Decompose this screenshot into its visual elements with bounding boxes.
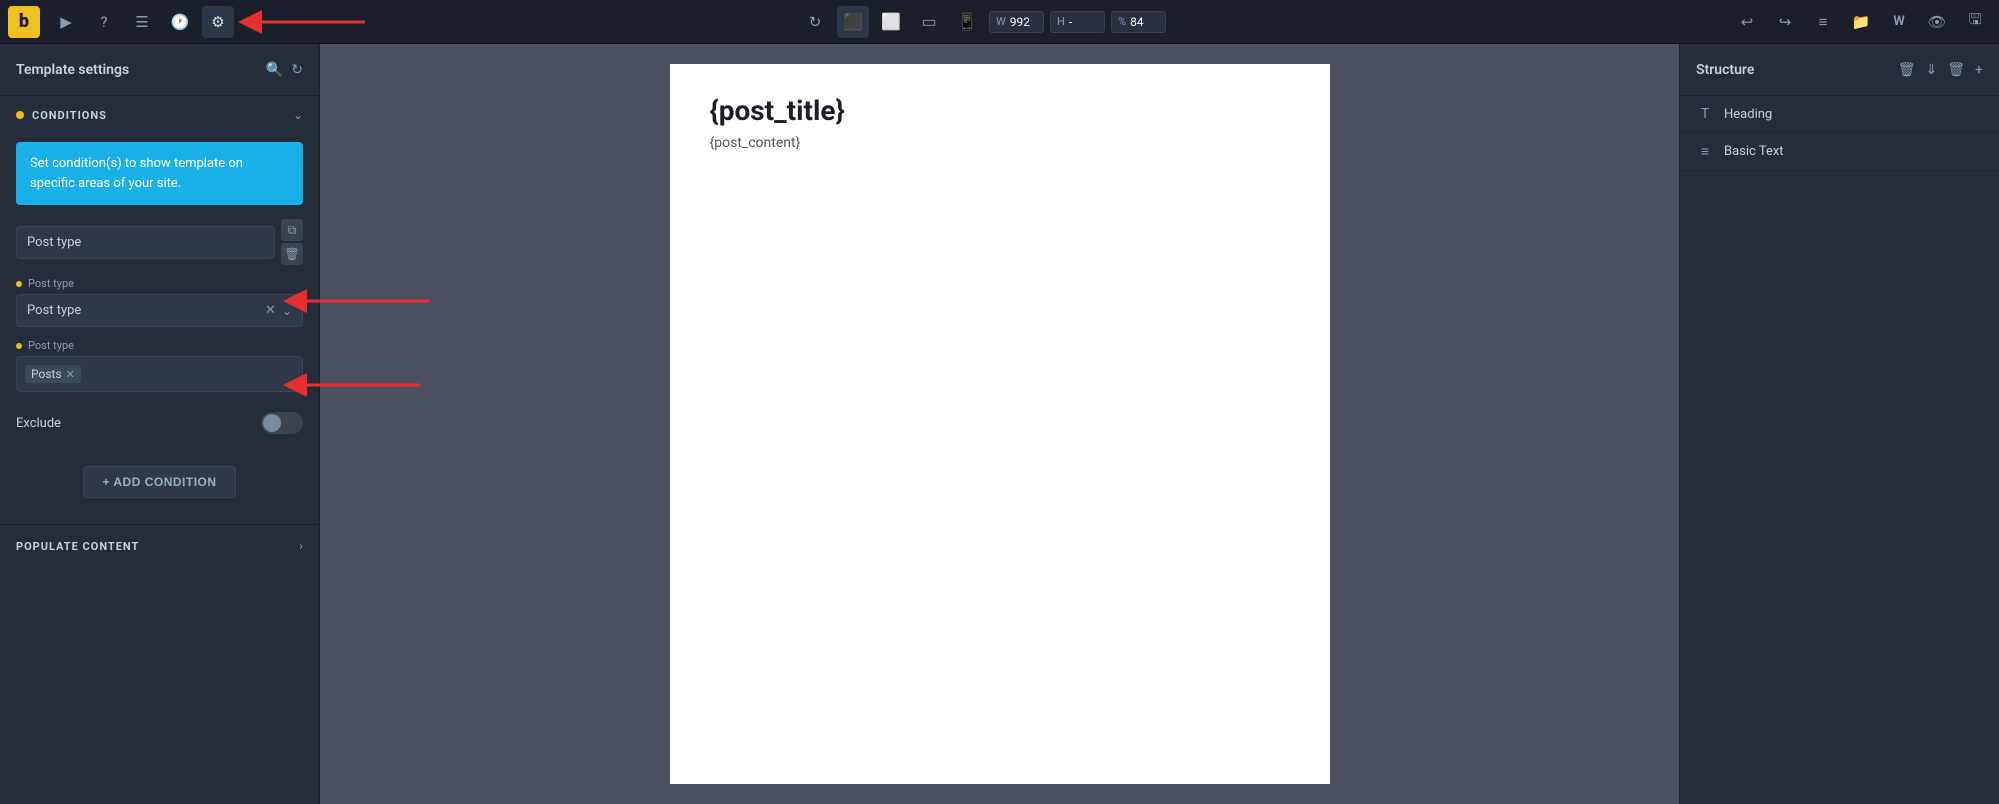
main-layout: Template settings 🔍 ↻ CONDITIONS ⌄ Set c… <box>0 44 1999 804</box>
structure-item-heading[interactable]: T Heading <box>1680 96 1999 133</box>
basic-text-item-label: Basic Text <box>1724 144 1784 159</box>
condition-row-2: Post type Post type ✕ ⌄ <box>16 277 303 327</box>
exclude-toggle-knob <box>263 414 281 432</box>
conditions-section-header[interactable]: CONDITIONS ⌄ <box>0 96 319 134</box>
condition-row-1-btns: ⧉ 🗑 <box>281 219 303 265</box>
populate-chevron-icon: › <box>299 539 303 553</box>
add-condition-label: + ADD CONDITION <box>102 475 216 489</box>
condition-row-1: Post type ⧉ 🗑 <box>16 219 303 265</box>
play-icon[interactable]: ▶ <box>50 6 82 38</box>
toolbar-left: b ▶ ? ☰ 🕐 ⚙ <box>8 6 234 38</box>
posts-tag: Posts ✕ <box>25 365 81 383</box>
right-panel-title: Structure <box>1696 62 1754 78</box>
redo-icon[interactable]: ↪ <box>1769 6 1801 38</box>
width-label: W <box>996 15 1006 28</box>
list-icon[interactable]: ≡ <box>1807 6 1839 38</box>
condition-row-3-label: Post type <box>16 339 303 352</box>
conditions-info-box: Set condition(s) to show template on spe… <box>16 142 303 205</box>
panel-reset-icon[interactable]: ↻ <box>291 62 303 78</box>
canvas-area: {post_title} {post_content} <box>320 44 1679 804</box>
heading-type-icon: T <box>1696 106 1714 122</box>
condition-copy-btn[interactable]: ⧉ <box>281 219 303 241</box>
zoom-input[interactable]: % 84 <box>1111 11 1166 33</box>
condition-tags-input[interactable]: Posts ✕ <box>16 356 303 392</box>
panel-title: Template settings <box>16 62 129 78</box>
right-panel: Structure 🗑 ⇓ 🗑 + T Heading ≡ Basic Text <box>1679 44 1999 804</box>
condition-select-2-value: Post type <box>27 303 81 318</box>
right-panel-trash-icon[interactable]: 🗑 <box>1898 62 1916 78</box>
basic-text-type-icon: ≡ <box>1696 143 1714 160</box>
condition-row-3: Post type Posts ✕ <box>16 339 303 392</box>
populate-title: POPULATE CONTENT <box>16 540 139 553</box>
preview-icon[interactable]: 👁 <box>1921 6 1953 38</box>
save-icon[interactable]: 🖫 <box>1959 6 1991 38</box>
exclude-toggle[interactable] <box>261 412 303 434</box>
add-condition-button[interactable]: + ADD CONDITION <box>83 466 235 498</box>
right-header-icons: 🗑 ⇓ 🗑 + <box>1898 62 1983 78</box>
tablet-portrait-view-btn[interactable]: ▭ <box>913 6 945 38</box>
populate-header[interactable]: POPULATE CONTENT › <box>0 525 319 567</box>
height-value: - <box>1069 15 1072 29</box>
canvas-page: {post_title} {post_content} <box>670 64 1330 784</box>
conditions-info-text: Set condition(s) to show template on spe… <box>30 156 243 191</box>
desktop-view-btn[interactable]: ⬛ <box>837 6 869 38</box>
heading-item-label: Heading <box>1724 107 1772 122</box>
zoom-value: 84 <box>1130 15 1144 29</box>
condition-select-2-actions: ✕ ⌄ <box>265 303 292 318</box>
condition-select-2[interactable]: Post type ✕ ⌄ <box>16 294 303 327</box>
right-panel-header: Structure 🗑 ⇓ 🗑 + <box>1680 44 1999 96</box>
posts-tag-label: Posts <box>31 367 62 381</box>
history-icon[interactable]: 🕐 <box>164 6 196 38</box>
main-toolbar: b ▶ ? ☰ 🕐 ⚙ ↻ ⬛ ⬜ ▭ 📱 W 992 H - % 84 ↩ ↪… <box>0 0 1999 44</box>
settings-icon[interactable]: ⚙ <box>202 6 234 38</box>
condition-select-2-chevron-icon: ⌄ <box>282 304 292 318</box>
structure-item-basic-text[interactable]: ≡ Basic Text <box>1680 133 1999 171</box>
undo-icon[interactable]: ↩ <box>1731 6 1763 38</box>
toolbar-right: ↩ ↪ ≡ 📁 W 👁 🖫 <box>1731 6 1991 38</box>
menu-icon[interactable]: ☰ <box>126 6 158 38</box>
conditions-dot <box>16 111 24 119</box>
height-input[interactable]: H - <box>1050 11 1105 33</box>
posts-tag-remove-icon[interactable]: ✕ <box>66 368 75 381</box>
mobile-view-btn[interactable]: 📱 <box>951 6 983 38</box>
right-panel-add-icon[interactable]: + <box>1975 62 1983 78</box>
condition-row-2-dot <box>16 281 22 287</box>
wordpress-icon[interactable]: W <box>1883 6 1915 38</box>
condition-row-3-dot <box>16 343 22 349</box>
width-input[interactable]: W 992 <box>989 11 1044 33</box>
tablet-landscape-view-btn[interactable]: ⬜ <box>875 6 907 38</box>
right-panel-delete-icon[interactable]: 🗑 <box>1947 62 1965 78</box>
width-value: 992 <box>1010 15 1030 29</box>
exclude-label: Exclude <box>16 416 61 431</box>
condition-row-2-label-text: Post type <box>28 277 74 290</box>
zoom-label: % <box>1118 15 1126 28</box>
condition-select-1-label: Post type <box>27 235 81 250</box>
canvas-post-title: {post_title} <box>710 94 1290 127</box>
conditions-chevron-icon: ⌄ <box>293 108 303 122</box>
left-panel: Template settings 🔍 ↻ CONDITIONS ⌄ Set c… <box>0 44 320 804</box>
condition-select-1[interactable]: Post type <box>16 226 275 259</box>
canvas-post-content: {post_content} <box>710 135 1290 151</box>
condition-row-3-label-text: Post type <box>28 339 74 352</box>
logo-icon[interactable]: b <box>8 6 40 38</box>
right-panel-download-icon[interactable]: ⇓ <box>1926 62 1938 78</box>
condition-delete-btn[interactable]: 🗑 <box>281 243 303 265</box>
refresh-icon[interactable]: ↻ <box>799 6 831 38</box>
populate-section: POPULATE CONTENT › <box>0 524 319 567</box>
conditions-header-left: CONDITIONS <box>16 109 107 122</box>
panel-header-icons: 🔍 ↻ <box>266 62 303 78</box>
conditions-title: CONDITIONS <box>32 109 107 122</box>
folder-icon[interactable]: 📁 <box>1845 6 1877 38</box>
condition-row-1-inner: Post type ⧉ 🗑 <box>16 219 303 265</box>
panel-search-icon[interactable]: 🔍 <box>266 62 283 78</box>
exclude-toggle-row: Exclude <box>0 402 319 444</box>
toolbar-center: ↻ ⬛ ⬜ ▭ 📱 W 992 H - % 84 <box>234 6 1731 38</box>
height-label: H <box>1057 15 1065 28</box>
panel-header: Template settings 🔍 ↻ <box>0 44 319 96</box>
help-icon[interactable]: ? <box>88 6 120 38</box>
condition-row-2-label: Post type <box>16 277 303 290</box>
condition-select-2-clear-icon[interactable]: ✕ <box>265 303 276 318</box>
